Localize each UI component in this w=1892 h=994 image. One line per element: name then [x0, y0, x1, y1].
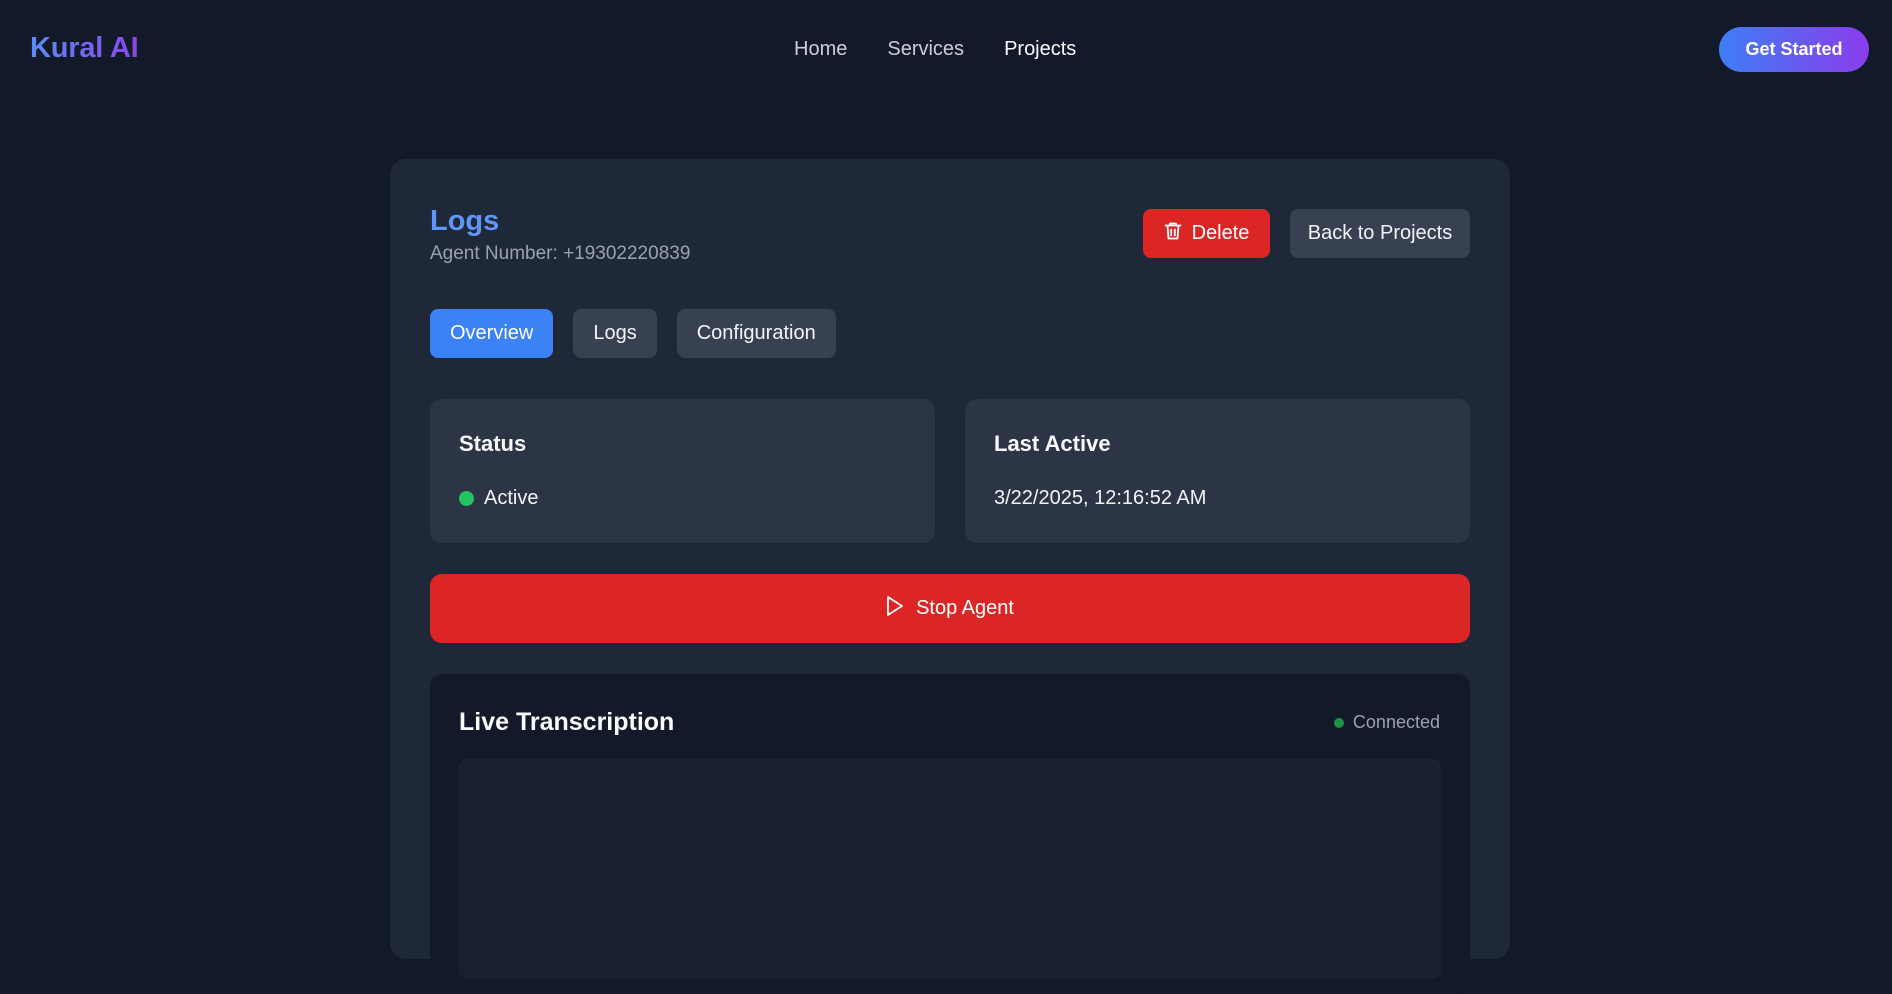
live-transcription-title: Live Transcription [459, 708, 675, 736]
status-dot-icon [459, 491, 474, 506]
connection-text: Connected [1352, 712, 1440, 732]
stop-agent-label: Stop Agent [916, 597, 1014, 619]
transcript-area[interactable] [459, 759, 1441, 979]
nav-services[interactable]: Services [887, 38, 964, 61]
delete-button[interactable]: Delete [1143, 209, 1270, 258]
navbar: Kural AI Home Services Projects Get Star… [0, 0, 1892, 100]
status-card: Status Active [430, 399, 935, 543]
tab-logs[interactable]: Logs [573, 309, 657, 358]
status-label: Status [459, 431, 527, 456]
last-active-label: Last Active [994, 431, 1111, 456]
connection-dot-icon [1333, 717, 1344, 728]
delete-label: Delete [1191, 222, 1250, 244]
nav-home[interactable]: Home [794, 38, 847, 61]
trash-icon [1164, 221, 1182, 247]
tab-overview[interactable]: Overview [430, 309, 554, 358]
last-active-value: 3/22/2025, 12:16:52 AM [994, 487, 1207, 509]
connection-status: Connected [1333, 712, 1440, 733]
nav-links: Home Services Projects [794, 38, 1076, 61]
stop-agent-button[interactable]: Stop Agent [430, 574, 1470, 643]
last-active-card: Last Active 3/22/2025, 12:16:52 AM [965, 399, 1470, 543]
status-text: Active [484, 487, 539, 509]
play-triangle-icon [886, 595, 904, 623]
live-transcription-panel: Live Transcription Connected [430, 674, 1470, 994]
get-started-button[interactable]: Get Started [1719, 27, 1869, 72]
status-value: Active [459, 487, 538, 510]
brand-logo[interactable]: Kural AI [30, 32, 139, 65]
agent-number: Agent Number: +19302220839 [430, 243, 691, 264]
page-title: Logs [430, 205, 500, 237]
back-to-projects-button[interactable]: Back to Projects [1290, 209, 1470, 258]
nav-projects[interactable]: Projects [1004, 38, 1076, 61]
tab-bar: Overview Logs Configuration [430, 309, 836, 358]
agent-detail-card: Logs Agent Number: +19302220839 Delete B… [390, 159, 1510, 994]
tab-configuration[interactable]: Configuration [676, 309, 836, 358]
